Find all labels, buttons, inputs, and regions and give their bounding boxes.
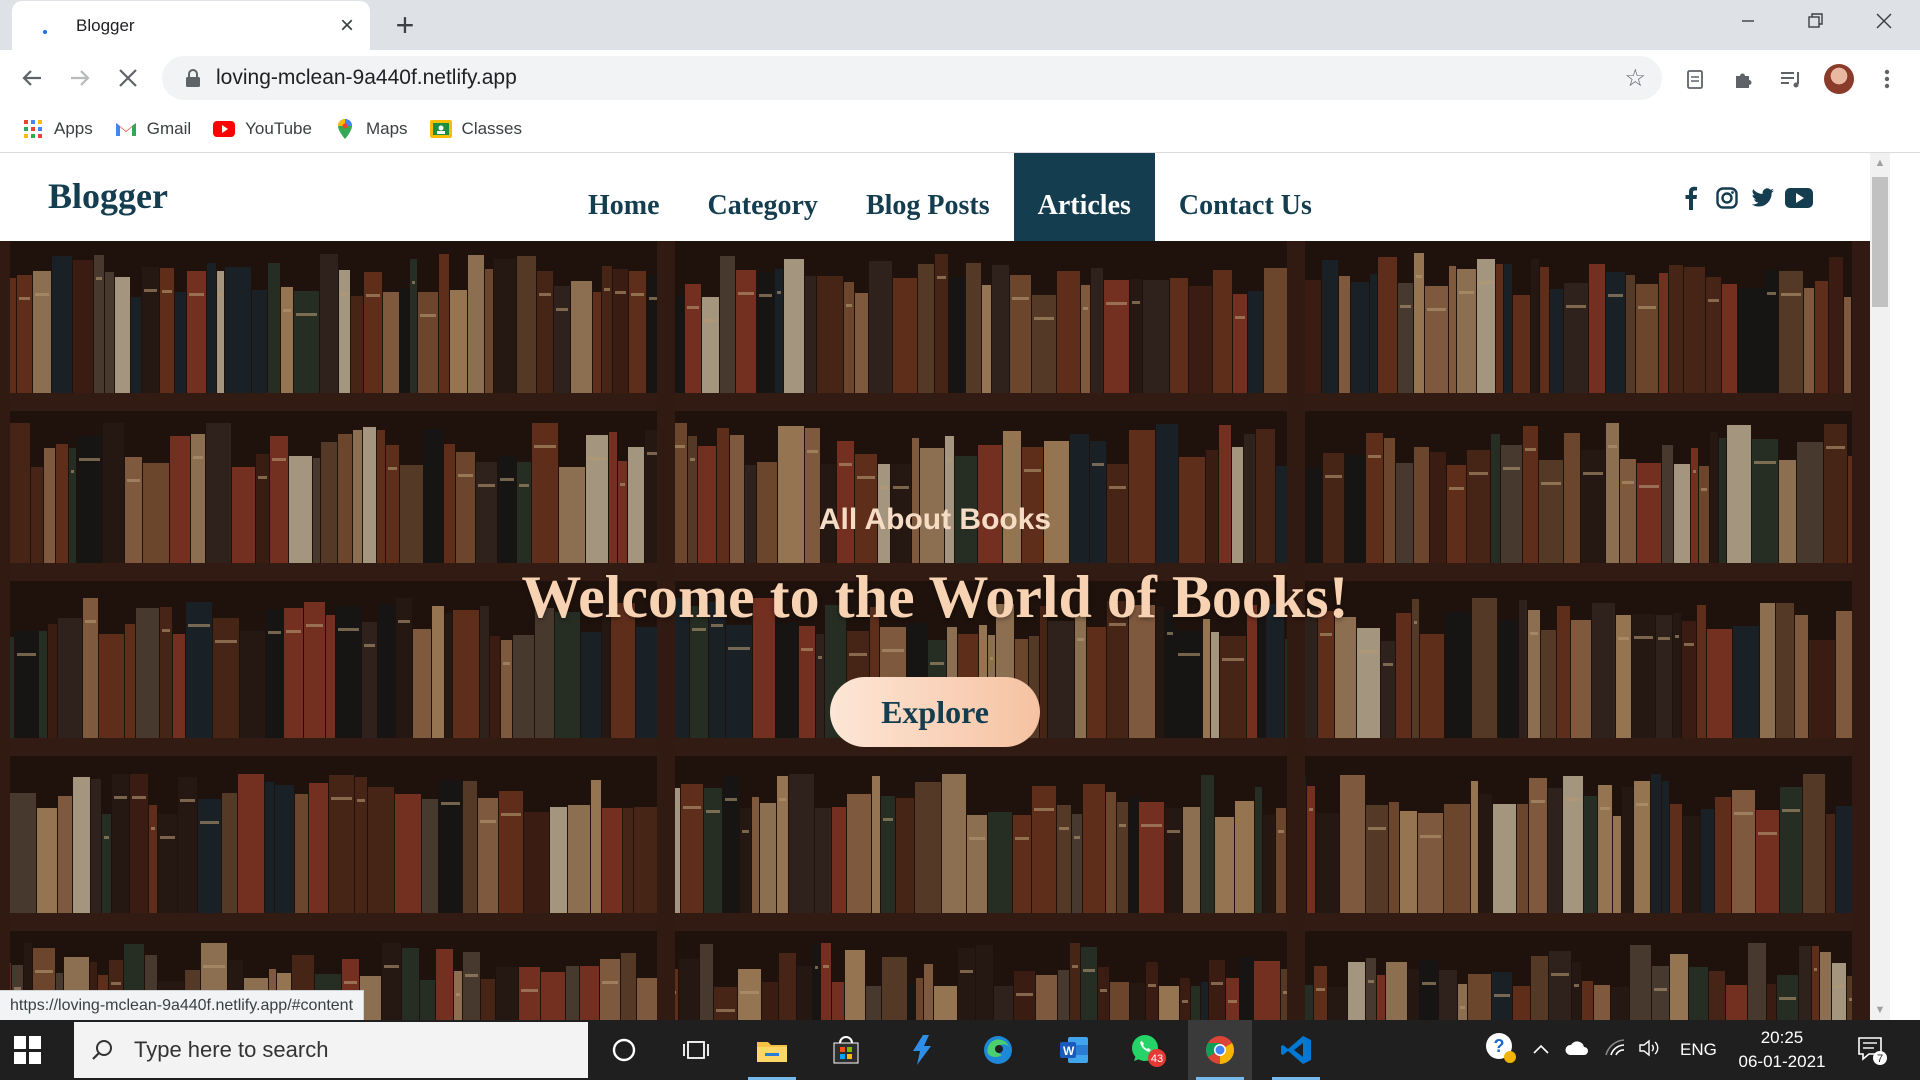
notification-center-icon[interactable]: 7 xyxy=(1856,1034,1887,1065)
maps-icon xyxy=(334,118,356,140)
clock-time: 20:25 xyxy=(1760,1028,1804,1047)
tab-title: Blogger xyxy=(76,15,135,35)
bookmark-maps[interactable]: Maps xyxy=(334,118,408,140)
status-bar-link: https://loving-mclean-9a440f.netlify.app… xyxy=(0,990,365,1022)
main-nav: Home Category Blog Posts Articles Contac… xyxy=(564,153,1336,241)
bookmark-star-icon[interactable]: ☆ xyxy=(1624,64,1646,93)
media-controls-icon[interactable] xyxy=(1776,64,1806,94)
task-view-icon[interactable] xyxy=(664,1020,728,1080)
site-header: Blogger Home Category Blog Posts Article… xyxy=(0,153,1870,241)
browser-tab-strip: Blogger × + xyxy=(0,0,1920,50)
taskbar-search-box[interactable]: Type here to search xyxy=(74,1022,588,1078)
clock-date: 06-01-2021 xyxy=(1738,1052,1826,1071)
url-text: loving-mclean-9a440f.netlify.app xyxy=(216,66,517,89)
volume-icon[interactable] xyxy=(1638,1038,1662,1063)
windows-start-icon[interactable] xyxy=(14,1036,42,1064)
more-menu-icon[interactable] xyxy=(1872,64,1902,94)
wifi-icon[interactable] xyxy=(1604,1038,1628,1063)
browser-tab[interactable]: Blogger × xyxy=(12,1,370,50)
facebook-icon[interactable] xyxy=(1676,183,1706,213)
gmail-icon xyxy=(115,118,137,140)
bookmark-youtube[interactable]: YouTube xyxy=(213,118,312,140)
whatsapp-badge: 43 xyxy=(1151,1053,1163,1065)
instagram-icon[interactable] xyxy=(1712,183,1742,213)
scroll-down-icon[interactable]: ▼ xyxy=(1870,1000,1890,1020)
taskbar-clock[interactable]: 20:25 06-01-2021 xyxy=(1722,1026,1842,1074)
scroll-up-icon[interactable]: ▲ xyxy=(1870,153,1890,173)
search-icon xyxy=(90,1038,114,1062)
twitter-icon[interactable] xyxy=(1748,183,1778,213)
language-indicator[interactable]: ENG xyxy=(1680,1040,1717,1060)
bookmark-label: Maps xyxy=(365,119,408,138)
word-icon[interactable]: W xyxy=(1042,1020,1106,1080)
notification-count: 7 xyxy=(1877,1053,1883,1065)
address-bar[interactable]: loving-mclean-9a440f.netlify.app ☆ xyxy=(162,56,1662,100)
classroom-icon xyxy=(429,118,452,140)
new-tab-icon[interactable]: + xyxy=(388,7,422,43)
site-logo[interactable]: Blogger xyxy=(48,175,168,217)
back-icon[interactable] xyxy=(14,60,50,96)
nav-blog-posts[interactable]: Blog Posts xyxy=(842,153,1014,241)
forward-icon[interactable] xyxy=(62,60,98,96)
extensions-puzzle-icon[interactable] xyxy=(1728,64,1758,94)
bookmark-label: Gmail xyxy=(146,119,192,138)
scrollbar-thumb[interactable] xyxy=(1872,177,1888,307)
lock-icon xyxy=(184,68,202,88)
hero-section: All About Books Welcome to the World of … xyxy=(0,241,1870,1020)
browser-toolbar: loving-mclean-9a440f.netlify.app ☆ xyxy=(0,50,1920,106)
bookmark-label: Apps xyxy=(54,119,93,138)
stop-loading-icon[interactable] xyxy=(110,60,146,96)
youtube-icon xyxy=(213,118,236,140)
system-tray: ? ENG xyxy=(1484,1020,1717,1080)
svg-text:W: W xyxy=(1063,1044,1075,1058)
file-explorer-icon[interactable] xyxy=(740,1020,804,1080)
hero-title: Welcome to the World of Books! xyxy=(521,564,1349,630)
microsoft-store-icon[interactable] xyxy=(814,1020,878,1080)
bookmark-gmail[interactable]: Gmail xyxy=(115,118,191,140)
restore-icon[interactable] xyxy=(1782,0,1850,42)
profile-avatar[interactable] xyxy=(1824,64,1854,94)
power-automate-icon[interactable] xyxy=(890,1020,954,1080)
cortana-icon[interactable] xyxy=(592,1020,656,1080)
bookmark-label: YouTube xyxy=(245,119,312,138)
close-tab-icon[interactable]: × xyxy=(334,12,360,39)
reading-list-icon[interactable] xyxy=(1680,64,1710,94)
youtube-icon[interactable] xyxy=(1784,183,1814,213)
edge-browser-icon[interactable] xyxy=(966,1020,1030,1080)
apps-grid-icon xyxy=(22,118,44,140)
onedrive-icon[interactable] xyxy=(1564,1040,1590,1061)
svg-text:?: ? xyxy=(1494,1036,1505,1056)
nav-category[interactable]: Category xyxy=(684,153,842,241)
nav-articles[interactable]: Articles xyxy=(1013,153,1155,241)
whatsapp-icon[interactable]: 43 xyxy=(1116,1020,1180,1080)
minimize-icon[interactable] xyxy=(1714,0,1782,42)
bookmark-apps[interactable]: Apps xyxy=(22,118,93,140)
explore-button[interactable]: Explore xyxy=(830,677,1040,747)
vscode-icon[interactable] xyxy=(1264,1020,1328,1080)
chrome-icon[interactable] xyxy=(1188,1020,1252,1080)
nav-contact-us[interactable]: Contact Us xyxy=(1155,153,1336,241)
page-viewport: Blogger Home Category Blog Posts Article… xyxy=(0,153,1870,1020)
close-window-icon[interactable] xyxy=(1850,0,1918,42)
bookmark-label: Classes xyxy=(461,119,523,138)
loading-spinner-icon xyxy=(34,15,56,37)
page-scrollbar[interactable]: ▲ ▼ xyxy=(1870,153,1890,1020)
show-hidden-icons-icon[interactable] xyxy=(1532,1040,1550,1060)
bookmarks-bar: Apps Gmail YouTube Maps Classes xyxy=(0,106,1920,153)
social-links xyxy=(1676,183,1820,213)
search-placeholder: Type here to search xyxy=(134,1037,329,1062)
bookmark-classes[interactable]: Classes xyxy=(429,118,523,140)
help-icon[interactable]: ? xyxy=(1484,1031,1518,1070)
nav-home[interactable]: Home xyxy=(564,153,684,241)
hero-subtitle: All About Books xyxy=(818,503,1052,536)
windows-taskbar: Type here to search W 43 ? ENG 20:25 06-… xyxy=(0,1020,1920,1080)
